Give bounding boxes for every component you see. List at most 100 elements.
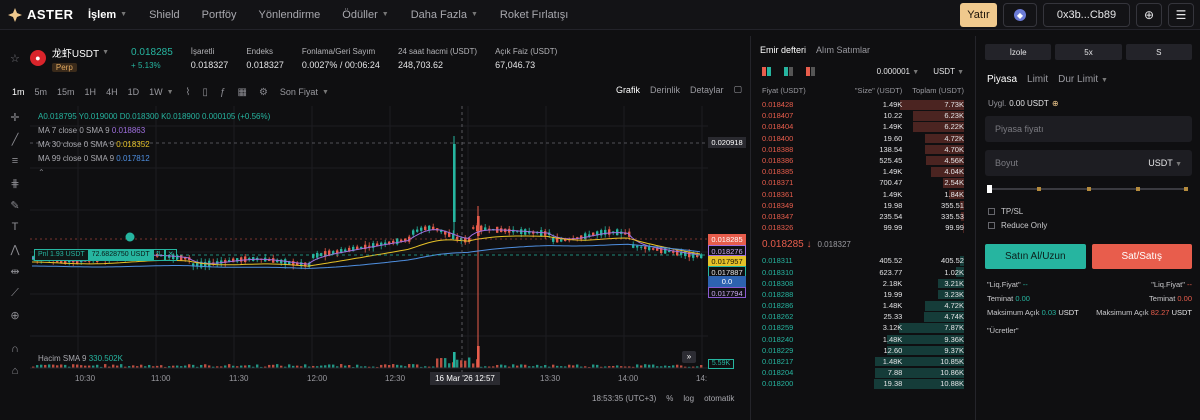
fees-row[interactable]: "Ücretler" bbox=[977, 323, 1200, 337]
margin-mode-button[interactable]: İzole bbox=[985, 44, 1052, 60]
tab-orderbook[interactable]: Emir defteri bbox=[760, 45, 806, 55]
ask-row[interactable]: 0.018347 235.54 335.53 bbox=[752, 211, 974, 222]
horizontal-lines-icon[interactable]: ≡ bbox=[0, 150, 30, 172]
text-icon[interactable]: T bbox=[0, 216, 30, 238]
bid-row[interactable]: 0.018308 2.18K 3.21K bbox=[752, 278, 974, 289]
tab-depth[interactable]: Derinlik bbox=[650, 85, 680, 95]
ruler-icon[interactable]: ⟋ bbox=[0, 282, 30, 304]
nav-item-portfolio[interactable]: Portföy bbox=[202, 9, 237, 21]
gear-icon[interactable]: ⚙ bbox=[259, 87, 268, 98]
bid-row[interactable]: 0.018229 12.60 9.37K bbox=[752, 345, 974, 356]
close-position-icon[interactable]: ✕ bbox=[164, 249, 177, 261]
reduce-only-checkbox[interactable]: Reduce Only bbox=[977, 218, 1200, 232]
nav-item-more[interactable]: Daha Fazla ▼ bbox=[411, 9, 478, 21]
ask-row[interactable]: 0.018385 1.49K 4.04K bbox=[752, 166, 974, 177]
zoom-in-icon[interactable]: ⊕ bbox=[0, 304, 30, 326]
tab-market[interactable]: Piyasa bbox=[987, 74, 1017, 85]
magnet-icon[interactable]: ∩ bbox=[0, 338, 30, 360]
measure-icon[interactable]: ⇹ bbox=[0, 260, 30, 282]
transfer-icon[interactable]: ⊕ bbox=[1052, 99, 1059, 108]
side-mode-button[interactable]: S bbox=[1125, 44, 1192, 60]
tab-chart[interactable]: Grafik bbox=[616, 85, 640, 95]
ask-row[interactable]: 0.018400 19.60 4.72K bbox=[752, 133, 974, 144]
maximize-icon[interactable]: ▢ bbox=[733, 84, 742, 95]
indicator-icon[interactable]: ⌇ bbox=[186, 87, 191, 98]
auto-scale-toggle[interactable]: otomatik bbox=[704, 394, 734, 403]
timeframe-5m[interactable]: 5m bbox=[35, 87, 48, 97]
brush-icon[interactable]: ✎ bbox=[0, 194, 30, 216]
ma30-legend[interactable]: MA 30 close 0 SMA 9 0.018352 bbox=[38, 138, 368, 152]
fx-indicators-icon[interactable]: ƒ bbox=[220, 87, 226, 98]
tab-limit[interactable]: Limit bbox=[1027, 74, 1048, 85]
buy-long-button[interactable]: Satın Al/Uzun bbox=[985, 244, 1086, 269]
percent-scale-toggle[interactable]: % bbox=[666, 394, 673, 403]
nav-item-shield[interactable]: Shield bbox=[149, 9, 180, 21]
book-both-icon[interactable] bbox=[762, 66, 772, 76]
tab-stop-limit[interactable]: Dur Limit ▼ bbox=[1058, 74, 1108, 85]
slider-step[interactable] bbox=[1136, 187, 1141, 191]
tab-trades[interactable]: Alım Satımlar bbox=[816, 45, 870, 55]
network-selector[interactable]: ◆ bbox=[1003, 3, 1037, 27]
reverse-position-icon[interactable]: ⇅ bbox=[152, 249, 165, 261]
bid-row[interactable]: 0.018311 405.52 405.52 bbox=[752, 255, 974, 266]
timeframe-1w[interactable]: 1W bbox=[149, 87, 163, 97]
nav-item-rewards[interactable]: Ödüller ▼ bbox=[342, 9, 388, 21]
checkbox-box[interactable] bbox=[988, 221, 995, 229]
bid-row[interactable]: 0.018262 25.33 4.74K bbox=[752, 311, 974, 322]
ma7-legend[interactable]: MA 7 close 0 SMA 9 0.018863 bbox=[38, 124, 368, 138]
size-slider[interactable] bbox=[987, 184, 1189, 194]
layout-icon[interactable]: ▦ bbox=[238, 87, 247, 98]
unit-selector[interactable]: USDT ▼ bbox=[933, 67, 964, 76]
slider-handle[interactable] bbox=[987, 185, 992, 193]
ask-row[interactable]: 0.018404 1.49K 6.22K bbox=[752, 121, 974, 132]
bid-row[interactable]: 0.018204 7.88 10.86K bbox=[752, 367, 974, 378]
bid-row[interactable]: 0.018217 1.48K 10.85K bbox=[752, 356, 974, 367]
trendline-icon[interactable]: ╱ bbox=[0, 128, 30, 150]
book-asks-icon[interactable] bbox=[806, 66, 816, 76]
price-mode-selector[interactable]: Son Fiyat bbox=[280, 87, 318, 97]
chevron-down-icon[interactable]: ▼ bbox=[167, 89, 174, 96]
ask-row[interactable]: 0.018371 700.47 2.54K bbox=[752, 177, 974, 188]
nav-item-referral[interactable]: Yönlendirme bbox=[259, 9, 321, 21]
bid-row[interactable]: 0.018259 3.12K 7.87K bbox=[752, 322, 974, 333]
price-input[interactable]: Piyasa fiyatı bbox=[985, 116, 1192, 142]
leverage-button[interactable]: 5x bbox=[1055, 44, 1122, 60]
expand-volume-icon[interactable]: » bbox=[682, 351, 696, 363]
crosshair-icon[interactable]: ✛ bbox=[0, 106, 30, 128]
slider-step[interactable] bbox=[1086, 187, 1091, 191]
channel-icon[interactable]: ⋕ bbox=[0, 172, 30, 194]
timeframe-15m[interactable]: 15m bbox=[57, 87, 75, 97]
bid-row[interactable]: 0.018200 19.38 10.88K bbox=[752, 378, 974, 389]
tab-details[interactable]: Detaylar bbox=[690, 85, 724, 95]
slider-step[interactable] bbox=[1036, 187, 1041, 191]
ma99-legend[interactable]: MA 99 close 0 SMA 9 0.017812 bbox=[38, 152, 368, 166]
ask-row[interactable]: 0.018386 525.45 4.56K bbox=[752, 155, 974, 166]
candle-type-icon[interactable]: ▯ bbox=[202, 87, 208, 98]
checkbox-box[interactable] bbox=[988, 207, 995, 215]
legend-collapse-icon[interactable]: ⌃ bbox=[38, 166, 368, 180]
language-button[interactable]: ⊕ bbox=[1136, 3, 1162, 27]
symbol-selector[interactable]: 龙虾USDT ▼ Perp bbox=[51, 45, 109, 72]
size-unit-selector[interactable]: USDT ▼ bbox=[1148, 158, 1182, 168]
ask-row[interactable]: 0.018428 1.49K 7.73K bbox=[752, 99, 974, 110]
nav-item-rocket-launch[interactable]: Roket Fırlatışı bbox=[500, 9, 568, 21]
slider-step[interactable] bbox=[1184, 187, 1189, 191]
pattern-icon[interactable]: ⋀ bbox=[0, 238, 30, 260]
brand-logo[interactable]: ASTER bbox=[8, 7, 88, 22]
ask-row[interactable]: 0.018388 138.54 4.70K bbox=[752, 144, 974, 155]
ask-row[interactable]: 0.018326 99.99 99.99 bbox=[752, 222, 974, 233]
bid-row[interactable]: 0.018288 19.99 3.23K bbox=[752, 289, 974, 300]
bid-row[interactable]: 0.018240 1.48K 9.36K bbox=[752, 334, 974, 345]
bid-row[interactable]: 0.018286 1.48K 4.72K bbox=[752, 300, 974, 311]
ask-row[interactable]: 0.018407 10.22 6.23K bbox=[752, 110, 974, 121]
wallet-button[interactable]: 0x3b...Cb89 bbox=[1043, 3, 1130, 27]
book-bids-icon[interactable] bbox=[784, 66, 794, 76]
timeframe-1h[interactable]: 1H bbox=[85, 87, 97, 97]
tpsl-checkbox[interactable]: TP/SL bbox=[977, 204, 1200, 218]
lock-icon[interactable]: ⌂ bbox=[0, 360, 30, 382]
timeframe-1d[interactable]: 1D bbox=[128, 87, 140, 97]
position-line-tag[interactable]: Pnl 1.93 USDT 72.6828750 USDT ⇅ ✕ bbox=[34, 249, 177, 261]
tick-size-selector[interactable]: 0.000001 ▼ bbox=[877, 67, 920, 76]
bid-row[interactable]: 0.018310 623.77 1.02K bbox=[752, 266, 974, 277]
timeframe-1m[interactable]: 1m bbox=[12, 87, 25, 97]
